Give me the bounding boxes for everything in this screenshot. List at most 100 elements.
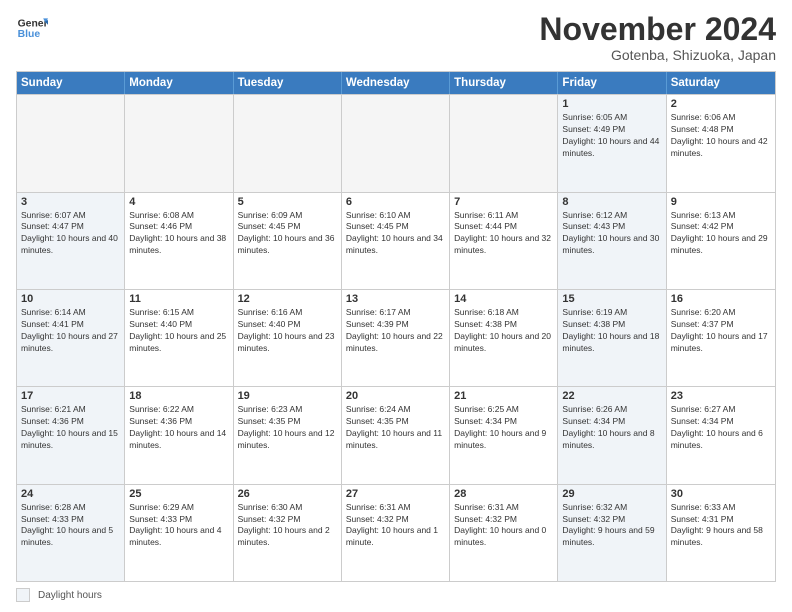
calendar-cell: 10 Sunrise: 6:14 AM Sunset: 4:41 PM Dayli… (17, 290, 125, 386)
header-cell-thursday: Thursday (450, 72, 558, 94)
calendar-cell: 21 Sunrise: 6:25 AM Sunset: 4:34 PM Dayli… (450, 387, 558, 483)
day-info: Sunrise: 6:10 AM Sunset: 4:45 PM Dayligh… (346, 210, 445, 258)
day-info: Sunrise: 6:15 AM Sunset: 4:40 PM Dayligh… (129, 307, 228, 355)
calendar-cell: 14Sunrise: 6:18 AM Sunset: 4:38 PM Dayli… (450, 290, 558, 386)
header-cell-saturday: Saturday (667, 72, 775, 94)
title-block: November 2024 Gotenba, Shizuoka, Japan (539, 12, 776, 63)
calendar-cell: 23 Sunrise: 6:27 AM Sunset: 4:34 PM Dayli… (667, 387, 775, 483)
calendar-cell: 25 Sunrise: 6:29 AM Sunset: 4:33 PM Dayli… (125, 485, 233, 581)
day-info: Sunrise: 6:16 AM Sunset: 4:40 PM Dayligh… (238, 307, 337, 355)
legend: Daylight hours (16, 588, 776, 602)
day-number: 23 (671, 390, 771, 402)
header-cell-monday: Monday (125, 72, 233, 94)
calendar-cell: 5 Sunrise: 6:09 AM Sunset: 4:45 PM Daylig… (234, 193, 342, 289)
calendar: SundayMondayTuesdayWednesdayThursdayFrid… (16, 71, 776, 582)
calendar-cell: 30Sunrise: 6:33 AM Sunset: 4:31 PM Dayli… (667, 485, 775, 581)
day-number: 5 (238, 196, 337, 208)
day-info: Sunrise: 6:25 AM Sunset: 4:34 PM Dayligh… (454, 404, 553, 452)
legend-label: Daylight hours (38, 590, 102, 601)
header-cell-wednesday: Wednesday (342, 72, 450, 94)
calendar-cell: 26Sunrise: 6:30 AM Sunset: 4:32 PM Dayli… (234, 485, 342, 581)
day-number: 2 (671, 98, 771, 110)
day-info: Sunrise: 6:23 AM Sunset: 4:35 PM Dayligh… (238, 404, 337, 452)
day-info: Sunrise: 6:28 AM Sunset: 4:33 PM Dayligh… (21, 502, 120, 550)
header: General Blue November 2024 Gotenba, Shiz… (16, 12, 776, 63)
calendar-cell: 17 Sunrise: 6:21 AM Sunset: 4:36 PM Dayli… (17, 387, 125, 483)
calendar-cell: 13 Sunrise: 6:17 AM Sunset: 4:39 PM Dayli… (342, 290, 450, 386)
day-info: Sunrise: 6:32 AM Sunset: 4:32 PM Dayligh… (562, 502, 661, 550)
calendar-cell (342, 95, 450, 191)
calendar-row: 3Sunrise: 6:07 AM Sunset: 4:47 PM Daylig… (17, 192, 775, 289)
day-number: 12 (238, 293, 337, 305)
calendar-cell: 19Sunrise: 6:23 AM Sunset: 4:35 PM Dayli… (234, 387, 342, 483)
day-number: 16 (671, 293, 771, 305)
day-info: Sunrise: 6:29 AM Sunset: 4:33 PM Dayligh… (129, 502, 228, 550)
calendar-row: 17 Sunrise: 6:21 AM Sunset: 4:36 PM Dayli… (17, 386, 775, 483)
logo-icon: General Blue (16, 12, 48, 44)
day-number: 29 (562, 488, 661, 500)
header-cell-friday: Friday (558, 72, 666, 94)
calendar-cell: 18Sunrise: 6:22 AM Sunset: 4:36 PM Dayli… (125, 387, 233, 483)
calendar-row: 10 Sunrise: 6:14 AM Sunset: 4:41 PM Dayli… (17, 289, 775, 386)
header-cell-tuesday: Tuesday (234, 72, 342, 94)
day-number: 21 (454, 390, 553, 402)
calendar-cell: 27Sunrise: 6:31 AM Sunset: 4:32 PM Dayli… (342, 485, 450, 581)
calendar-cell: 7 Sunrise: 6:11 AM Sunset: 4:44 PM Daylig… (450, 193, 558, 289)
calendar-cell (234, 95, 342, 191)
day-number: 15 (562, 293, 661, 305)
calendar-cell: 15 Sunrise: 6:19 AM Sunset: 4:38 PM Dayli… (558, 290, 666, 386)
day-number: 10 (21, 293, 120, 305)
day-number: 22 (562, 390, 661, 402)
calendar-cell: 20Sunrise: 6:24 AM Sunset: 4:35 PM Dayli… (342, 387, 450, 483)
calendar-cell: 12 Sunrise: 6:16 AM Sunset: 4:40 PM Dayli… (234, 290, 342, 386)
header-cell-sunday: Sunday (17, 72, 125, 94)
calendar-cell: 6 Sunrise: 6:10 AM Sunset: 4:45 PM Daylig… (342, 193, 450, 289)
day-info: Sunrise: 6:20 AM Sunset: 4:37 PM Dayligh… (671, 307, 771, 355)
calendar-header: SundayMondayTuesdayWednesdayThursdayFrid… (17, 72, 775, 94)
calendar-cell: 2 Sunrise: 6:06 AM Sunset: 4:48 PM Daylig… (667, 95, 775, 191)
legend-box (16, 588, 30, 602)
day-number: 6 (346, 196, 445, 208)
day-number: 24 (21, 488, 120, 500)
calendar-cell (450, 95, 558, 191)
calendar-cell: 8Sunrise: 6:12 AM Sunset: 4:43 PM Daylig… (558, 193, 666, 289)
calendar-cell: 24 Sunrise: 6:28 AM Sunset: 4:33 PM Dayli… (17, 485, 125, 581)
day-info: Sunrise: 6:08 AM Sunset: 4:46 PM Dayligh… (129, 210, 228, 258)
day-info: Sunrise: 6:07 AM Sunset: 4:47 PM Dayligh… (21, 210, 120, 258)
day-info: Sunrise: 6:19 AM Sunset: 4:38 PM Dayligh… (562, 307, 661, 355)
day-info: Sunrise: 6:14 AM Sunset: 4:41 PM Dayligh… (21, 307, 120, 355)
svg-text:General: General (18, 18, 48, 29)
day-number: 7 (454, 196, 553, 208)
day-info: Sunrise: 6:18 AM Sunset: 4:38 PM Dayligh… (454, 307, 553, 355)
day-info: Sunrise: 6:11 AM Sunset: 4:44 PM Dayligh… (454, 210, 553, 258)
day-info: Sunrise: 6:21 AM Sunset: 4:36 PM Dayligh… (21, 404, 120, 452)
calendar-cell: 16 Sunrise: 6:20 AM Sunset: 4:37 PM Dayli… (667, 290, 775, 386)
day-info: Sunrise: 6:09 AM Sunset: 4:45 PM Dayligh… (238, 210, 337, 258)
calendar-cell (17, 95, 125, 191)
day-number: 9 (671, 196, 771, 208)
calendar-row: 1 Sunrise: 6:05 AM Sunset: 4:49 PM Daylig… (17, 94, 775, 191)
calendar-cell: 9Sunrise: 6:13 AM Sunset: 4:42 PM Daylig… (667, 193, 775, 289)
calendar-body: 1 Sunrise: 6:05 AM Sunset: 4:49 PM Daylig… (17, 94, 775, 581)
day-info: Sunrise: 6:06 AM Sunset: 4:48 PM Dayligh… (671, 112, 771, 160)
calendar-cell: 22Sunrise: 6:26 AM Sunset: 4:34 PM Dayli… (558, 387, 666, 483)
logo: General Blue (16, 12, 48, 44)
day-number: 25 (129, 488, 228, 500)
day-number: 13 (346, 293, 445, 305)
day-info: Sunrise: 6:17 AM Sunset: 4:39 PM Dayligh… (346, 307, 445, 355)
day-number: 20 (346, 390, 445, 402)
day-number: 17 (21, 390, 120, 402)
day-number: 30 (671, 488, 771, 500)
day-info: Sunrise: 6:05 AM Sunset: 4:49 PM Dayligh… (562, 112, 661, 160)
day-number: 4 (129, 196, 228, 208)
day-number: 8 (562, 196, 661, 208)
day-info: Sunrise: 6:31 AM Sunset: 4:32 PM Dayligh… (454, 502, 553, 550)
location: Gotenba, Shizuoka, Japan (539, 47, 776, 63)
day-number: 1 (562, 98, 661, 110)
day-number: 26 (238, 488, 337, 500)
day-info: Sunrise: 6:27 AM Sunset: 4:34 PM Dayligh… (671, 404, 771, 452)
calendar-row: 24 Sunrise: 6:28 AM Sunset: 4:33 PM Dayli… (17, 484, 775, 581)
day-number: 11 (129, 293, 228, 305)
day-number: 18 (129, 390, 228, 402)
svg-text:Blue: Blue (18, 29, 41, 40)
